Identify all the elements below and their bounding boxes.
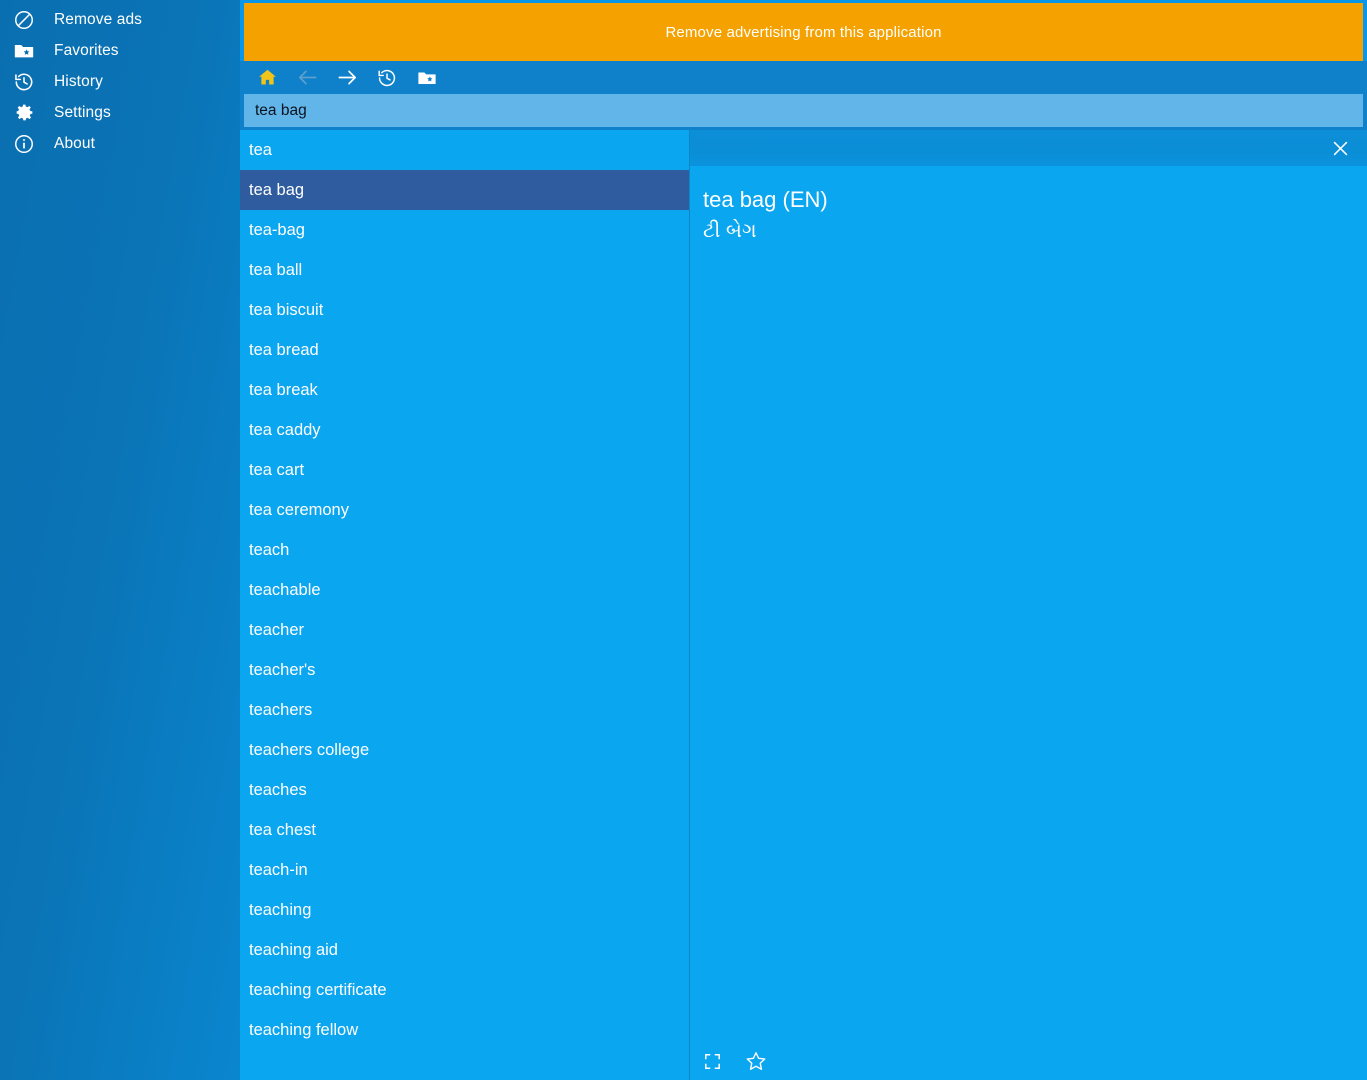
detail-panel-header — [690, 130, 1367, 166]
detail-panel-footer — [690, 1042, 1367, 1080]
info-icon — [8, 128, 40, 159]
sidebar-item-remove-ads[interactable]: Remove ads — [0, 4, 240, 35]
word-list-item[interactable]: teachers college — [240, 730, 689, 770]
word-list-item[interactable]: teacher's — [240, 650, 689, 690]
history-icon[interactable] — [368, 62, 406, 93]
entry-translation: ટી બેગ — [703, 219, 757, 242]
sidebar-item-about[interactable]: About — [0, 128, 240, 159]
navigation-toolbar — [240, 61, 1367, 94]
app-window: Remove ads Favorites History Settings Ab… — [0, 0, 1367, 1080]
word-list-item[interactable]: tea ball — [240, 250, 689, 290]
sidebar-item-label: History — [54, 72, 103, 90]
sidebar: Remove ads Favorites History Settings Ab… — [0, 0, 240, 1080]
word-list-item[interactable]: teachers — [240, 690, 689, 730]
remove-advertising-banner[interactable]: Remove advertising from this application — [244, 3, 1363, 61]
word-list-item[interactable]: teach — [240, 530, 689, 570]
word-list-item[interactable]: tea-bag — [240, 210, 689, 250]
favorites-folder-icon[interactable] — [408, 62, 446, 93]
entry-detail-panel: tea bag (EN) ટી બેગ — [690, 130, 1367, 1080]
word-list-item[interactable]: teaching fellow — [240, 1010, 689, 1050]
sidebar-item-label: Favorites — [54, 41, 119, 59]
star-favorite-icon[interactable] — [740, 1045, 772, 1077]
fullscreen-icon[interactable] — [696, 1045, 728, 1077]
search-input[interactable] — [244, 94, 1363, 127]
word-list-item[interactable]: tea break — [240, 370, 689, 410]
word-list-item[interactable]: teacher — [240, 610, 689, 650]
content-area: Remove advertising from this application — [240, 0, 1367, 1080]
word-list-item[interactable]: tea chest — [240, 810, 689, 850]
word-list-item[interactable]: tea bread — [240, 330, 689, 370]
sidebar-item-history[interactable]: History — [0, 66, 240, 97]
home-icon[interactable] — [248, 62, 286, 93]
sidebar-item-label: Settings — [54, 103, 111, 121]
back-arrow-icon[interactable] — [288, 62, 326, 93]
forward-arrow-icon[interactable] — [328, 62, 366, 93]
gear-icon — [8, 97, 40, 128]
word-list-item[interactable]: tea caddy — [240, 410, 689, 450]
word-list-item[interactable]: teachable — [240, 570, 689, 610]
word-list-item[interactable]: tea cart — [240, 450, 689, 490]
word-list-item[interactable]: teach-in — [240, 850, 689, 890]
ad-banner-label: Remove advertising from this application — [665, 23, 942, 41]
word-list-item[interactable]: tea bag — [240, 170, 689, 210]
sidebar-item-label: Remove ads — [54, 10, 143, 28]
word-list[interactable]: tea tea bag tea-bag tea ball tea biscuit tea … — [240, 130, 690, 1080]
folder-star-icon — [8, 35, 40, 66]
main-split: tea tea bag tea-bag tea ball tea biscuit tea … — [240, 130, 1367, 1080]
word-list-item[interactable]: teaching — [240, 890, 689, 930]
sidebar-item-label: About — [54, 134, 96, 152]
word-list-item[interactable]: tea biscuit — [240, 290, 689, 330]
word-list-item[interactable]: teaching certificate — [240, 970, 689, 1010]
word-list-item[interactable]: tea ceremony — [240, 490, 689, 530]
sidebar-item-settings[interactable]: Settings — [0, 97, 240, 128]
word-list-item[interactable]: tea — [240, 130, 689, 170]
sidebar-item-favorites[interactable]: Favorites — [0, 35, 240, 66]
search-bar — [240, 94, 1367, 130]
word-list-item[interactable]: teaching aid — [240, 930, 689, 970]
entry-detail-body: tea bag (EN) ટી બેગ — [690, 166, 1367, 1042]
close-icon[interactable] — [1325, 133, 1355, 163]
no-ads-icon — [8, 4, 40, 35]
entry-headword: tea bag (EN) — [703, 187, 828, 212]
word-list-item[interactable]: teaches — [240, 770, 689, 810]
clock-history-icon — [8, 66, 40, 97]
